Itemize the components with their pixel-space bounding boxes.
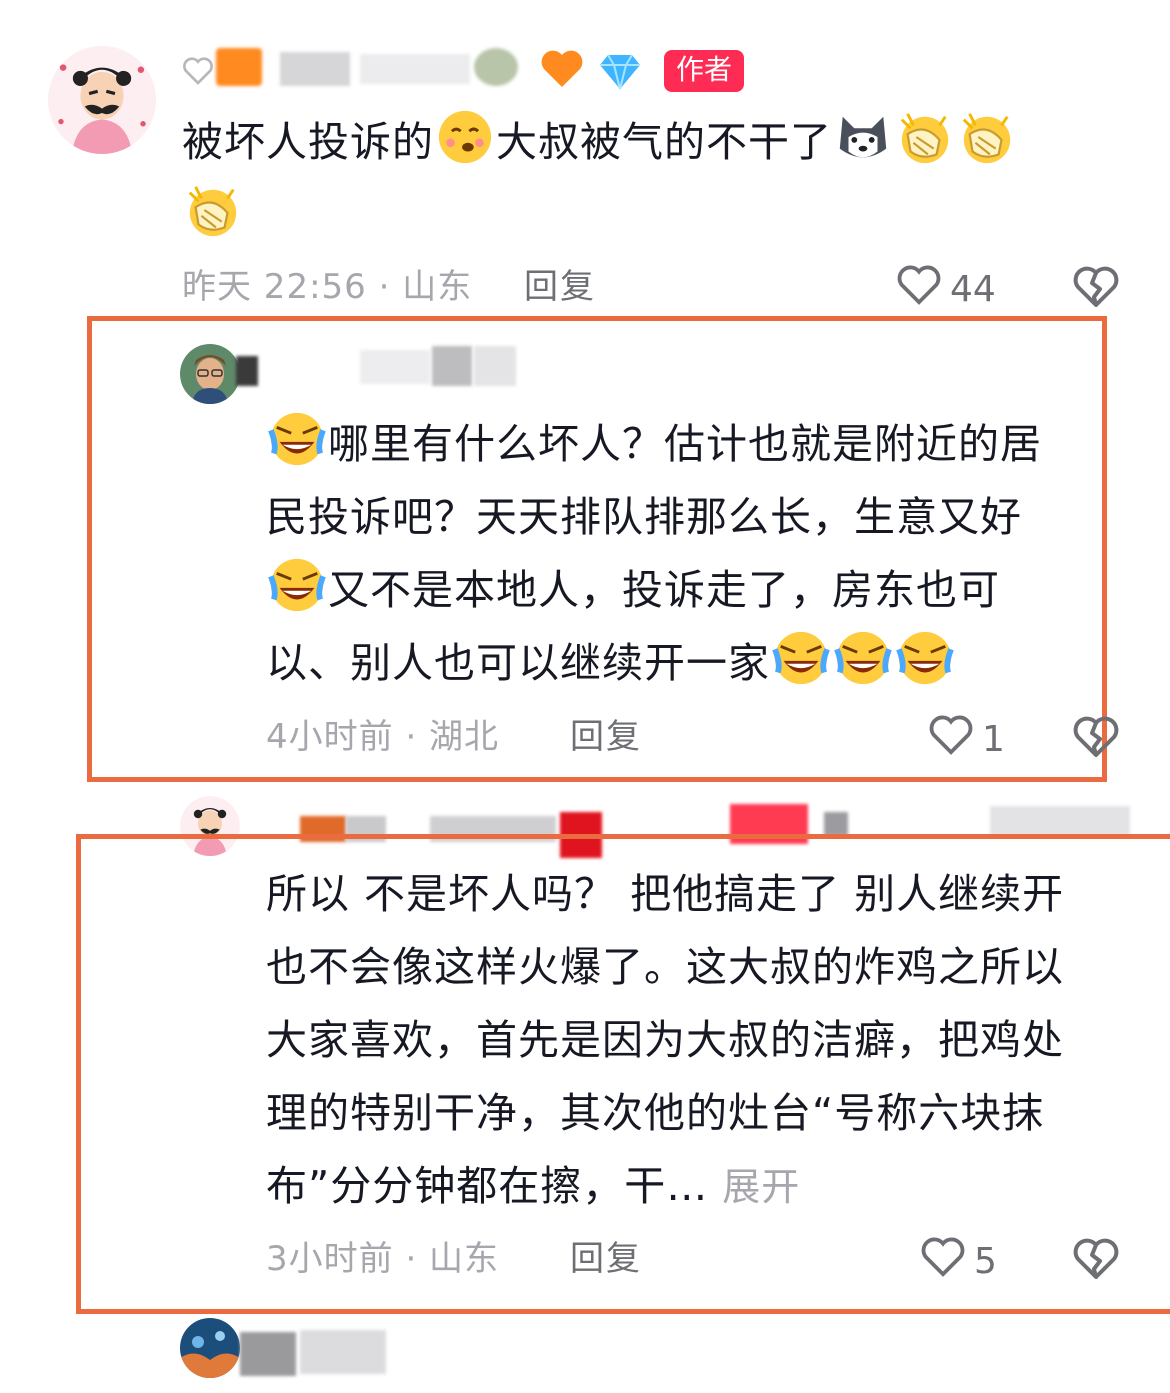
username-obscured[interactable] — [280, 52, 350, 86]
reply-button[interactable]: 回复 — [570, 1238, 642, 1280]
facepalm-slap-icon — [958, 108, 1016, 166]
comment-text-part: 大叔被气的不干了 — [496, 118, 832, 166]
username-obscured[interactable] — [216, 48, 262, 86]
username-obscured[interactable] — [240, 1332, 296, 1376]
username-obscured[interactable] — [824, 812, 848, 836]
username-obscured[interactable] — [432, 346, 472, 386]
heart-outline-icon — [182, 56, 214, 86]
avatar[interactable] — [180, 1318, 240, 1378]
diamond-icon — [596, 50, 644, 92]
comment-line: 也不会像这样火爆了。这大叔的炸鸡之所以 — [266, 943, 1064, 991]
comment-line: 以、别人也可以继续开一家 — [266, 639, 770, 687]
like-count: 5 — [974, 1241, 997, 1282]
wronged-face-icon — [436, 108, 494, 166]
author-badge: 作者 — [664, 50, 745, 92]
facepalm-slap-icon — [184, 181, 242, 239]
username-obscured[interactable] — [300, 1330, 386, 1374]
comment-line: 大家喜欢，首先是因为大叔的洁癖，把鸡处 — [266, 1016, 1064, 1064]
reply-button[interactable]: 回复 — [570, 716, 642, 758]
like-button[interactable]: 5 — [920, 1236, 997, 1287]
comment-text-part: 被坏人投诉的 — [182, 118, 434, 166]
like-count: 44 — [950, 269, 996, 310]
comment-line: 布”分分钟都在擦，干… — [266, 1162, 709, 1210]
crying-laughing-icon — [772, 629, 830, 687]
username-obscured[interactable] — [474, 48, 518, 86]
like-button[interactable]: 1 — [928, 714, 1005, 765]
username-obscured[interactable] — [360, 54, 470, 84]
crying-laughing-icon — [268, 410, 326, 468]
like-count: 1 — [982, 719, 1005, 760]
reply-button[interactable]: 回复 — [524, 266, 596, 308]
comment-text: 被坏人投诉的 大叔被气的不干了 — [182, 106, 1142, 252]
comment-time-location: 4小时前 · 湖北 — [266, 717, 500, 757]
broken-heart-icon[interactable] — [1072, 264, 1120, 310]
expand-button[interactable]: 展开 — [722, 1165, 800, 1209]
avatar[interactable] — [48, 46, 156, 154]
comment-time-location: 昨天 22:56 · 山东 — [182, 267, 473, 307]
comment-text: 哪里有什么坏人？估计也就是附近的居 民投诉吧？天天排队排那么长，生意又好 又不是… — [266, 408, 1096, 700]
crying-laughing-icon — [896, 629, 954, 687]
username-obscured[interactable] — [990, 806, 1130, 836]
heart-icon — [896, 264, 942, 315]
broken-heart-icon[interactable] — [1072, 714, 1120, 760]
heart-icon — [928, 714, 974, 765]
orange-heart-icon — [538, 46, 586, 92]
username-obscured[interactable] — [236, 356, 258, 386]
broken-heart-icon[interactable] — [1072, 1236, 1120, 1282]
comment-line: 民投诉吧？天天排队排那么长，生意又好 — [266, 493, 1022, 541]
comment-line: 理的特别干净，其次他的灶台“号称六块抹 — [266, 1089, 1045, 1137]
comment-line: 又不是本地人，投诉走了，房东也可 — [328, 566, 1000, 614]
like-button[interactable]: 44 — [896, 264, 996, 315]
facepalm-slap-icon — [896, 108, 954, 166]
crying-laughing-icon — [268, 556, 326, 614]
comment-line: 哪里有什么坏人？估计也就是附近的居 — [328, 420, 1042, 468]
username-obscured[interactable] — [474, 346, 516, 386]
comment-text: 所以 不是坏人吗？ 把他搞走了 别人继续开 也不会像这样火爆了。这大叔的炸鸡之所… — [266, 858, 1136, 1224]
avatar[interactable] — [180, 344, 240, 404]
username-obscured[interactable] — [360, 350, 430, 384]
crying-laughing-icon — [834, 629, 892, 687]
comment-time-location: 3小时前 · 山东 — [266, 1239, 500, 1279]
comment-line: 所以 不是坏人吗？ 把他搞走了 别人继续开 — [266, 870, 1065, 918]
husky-face-icon — [834, 108, 892, 166]
heart-icon — [920, 1236, 966, 1287]
